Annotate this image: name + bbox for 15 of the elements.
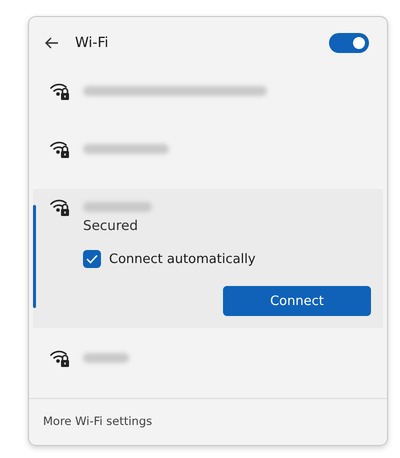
secured-wifi-icon [49,348,71,368]
secured-wifi-icon [49,139,71,159]
panel-title: Wi-Fi [75,35,110,51]
blurred-network-name [83,202,152,212]
blurred-network-name [83,353,130,363]
network-item[interactable]: Secured Connect automatically Connect [33,189,383,328]
secured-wifi-icon [49,197,71,217]
checkmark-icon [86,254,98,264]
checkbox[interactable] [83,250,101,268]
network-status: Secured [83,218,139,234]
more-settings-link[interactable]: More Wi-Fi settings [43,414,152,428]
secured-wifi-icon [49,81,71,101]
connect-button[interactable]: Connect [223,286,371,316]
connect-automatically-checkbox[interactable]: Connect automatically [83,250,256,268]
wifi-toggle[interactable] [329,33,369,53]
